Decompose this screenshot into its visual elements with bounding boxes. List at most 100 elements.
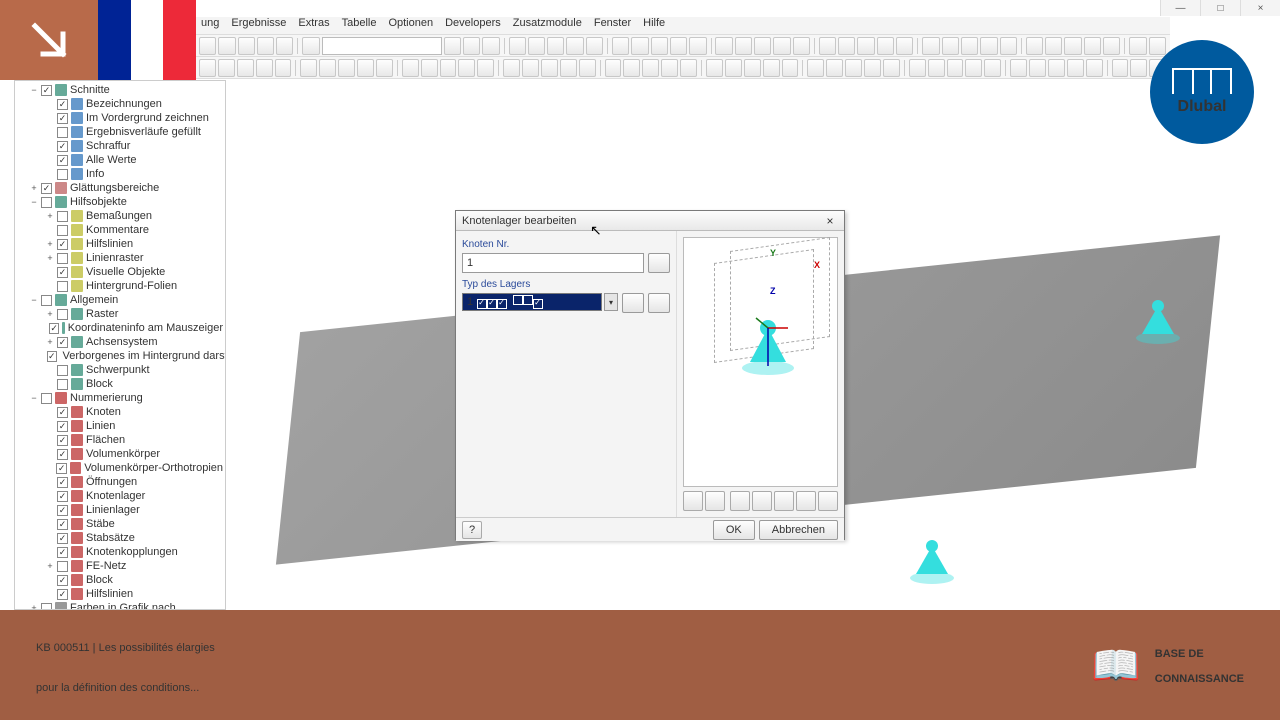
- toolbar-button[interactable]: [1067, 59, 1084, 77]
- toolbar-button[interactable]: [338, 59, 355, 77]
- tree-item[interactable]: Knoten: [15, 405, 225, 419]
- tree-item[interactable]: Block: [15, 573, 225, 587]
- toolbar-button[interactable]: [725, 59, 742, 77]
- toolbar-button[interactable]: [864, 59, 881, 77]
- toolbar-button[interactable]: [661, 59, 678, 77]
- cancel-button[interactable]: Abbrechen: [759, 520, 838, 540]
- toolbar-button[interactable]: [218, 37, 235, 55]
- toolbar-button[interactable]: [444, 37, 461, 55]
- checkbox[interactable]: [57, 505, 68, 516]
- checkbox[interactable]: [41, 85, 52, 96]
- toolbar-button[interactable]: [883, 59, 900, 77]
- toolbar-button[interactable]: [947, 59, 964, 77]
- preview-btn-2[interactable]: [705, 491, 725, 511]
- toolbar-button[interactable]: [1029, 59, 1046, 77]
- input-node-number[interactable]: [462, 253, 644, 273]
- checkbox[interactable]: [57, 589, 68, 600]
- toolbar-button[interactable]: [257, 37, 274, 55]
- toolbar-button[interactable]: [463, 37, 480, 55]
- toolbar-button[interactable]: [980, 37, 997, 55]
- checkbox[interactable]: [41, 295, 52, 306]
- checkbox[interactable]: [57, 449, 68, 460]
- expander-icon[interactable]: [45, 491, 55, 501]
- preview-btn-1[interactable]: [683, 491, 703, 511]
- menu-optionen[interactable]: Optionen: [388, 17, 433, 34]
- checkbox[interactable]: [57, 113, 68, 124]
- expander-icon[interactable]: [45, 323, 47, 333]
- toolbar-button[interactable]: [793, 37, 810, 55]
- checkbox[interactable]: [57, 141, 68, 152]
- checkbox[interactable]: [49, 323, 59, 334]
- toolbar-button[interactable]: [300, 59, 317, 77]
- toolbar-button[interactable]: [838, 37, 855, 55]
- tree-item[interactable]: Verborgenes im Hintergrund darstelle: [15, 349, 225, 363]
- checkbox[interactable]: [57, 435, 68, 446]
- expander-icon[interactable]: [45, 589, 55, 599]
- toolbar-button[interactable]: [807, 59, 824, 77]
- toolbar-button[interactable]: [819, 37, 836, 55]
- tree-item[interactable]: +FE-Netz: [15, 559, 225, 573]
- tree-item[interactable]: Schraffur: [15, 139, 225, 153]
- tree-item[interactable]: +Achsensystem: [15, 335, 225, 349]
- menu-extras[interactable]: Extras: [298, 17, 329, 34]
- expander-icon[interactable]: [45, 421, 55, 431]
- toolbar-button[interactable]: [877, 37, 894, 55]
- expander-icon[interactable]: [45, 407, 55, 417]
- expander-icon[interactable]: [45, 267, 55, 277]
- dropdown-caret-icon[interactable]: ▾: [604, 293, 618, 311]
- tree-item[interactable]: Flächen: [15, 433, 225, 447]
- expander-icon[interactable]: [45, 547, 55, 557]
- toolbar-button[interactable]: [680, 59, 697, 77]
- toolbar-button[interactable]: [1048, 59, 1065, 77]
- toolbar-button[interactable]: [1010, 59, 1027, 77]
- toolbar-button[interactable]: [402, 59, 419, 77]
- toolbar-button[interactable]: [586, 37, 603, 55]
- maximize-button[interactable]: □: [1200, 0, 1240, 16]
- expander-icon[interactable]: −: [29, 85, 39, 95]
- checkbox[interactable]: [57, 533, 68, 544]
- expander-icon[interactable]: [45, 225, 55, 235]
- toolbar-button[interactable]: [218, 59, 235, 77]
- toolbar-button[interactable]: [509, 37, 526, 55]
- checkbox[interactable]: [57, 239, 68, 250]
- toolbar-button[interactable]: [503, 59, 520, 77]
- toolbar-button[interactable]: [1130, 59, 1147, 77]
- menu-hilfe[interactable]: Hilfe: [643, 17, 665, 34]
- expander-icon[interactable]: [45, 533, 55, 543]
- tree-item[interactable]: −Allgemein: [15, 293, 225, 307]
- expander-icon[interactable]: +: [45, 211, 55, 221]
- expander-icon[interactable]: +: [45, 239, 55, 249]
- toolbar-button[interactable]: [1129, 37, 1146, 55]
- toolbar-button[interactable]: [1112, 59, 1129, 77]
- tree-item[interactable]: Info: [15, 167, 225, 181]
- toolbar-button[interactable]: [547, 37, 564, 55]
- tree-item[interactable]: Bezeichnungen: [15, 97, 225, 111]
- ok-button[interactable]: OK: [713, 520, 755, 540]
- pick-node-button[interactable]: [648, 253, 670, 273]
- toolbar-button[interactable]: [1149, 37, 1166, 55]
- expander-icon[interactable]: [45, 477, 55, 487]
- tree-item[interactable]: Alle Werte: [15, 153, 225, 167]
- toolbar-button[interactable]: [715, 37, 732, 55]
- toolbar-button[interactable]: [275, 59, 292, 77]
- tree-item[interactable]: Linienlager: [15, 503, 225, 517]
- tree-item[interactable]: Öffnungen: [15, 475, 225, 489]
- tree-item[interactable]: Hintergrund-Folien: [15, 279, 225, 293]
- checkbox[interactable]: [57, 99, 68, 110]
- tree-item[interactable]: +Hilfslinien: [15, 237, 225, 251]
- toolbar-button[interactable]: [670, 37, 687, 55]
- checkbox[interactable]: [57, 309, 68, 320]
- tree-item[interactable]: +Glättungsbereiche: [15, 181, 225, 195]
- expander-icon[interactable]: [45, 575, 55, 585]
- expander-icon[interactable]: +: [29, 183, 39, 193]
- toolbar-button[interactable]: [754, 37, 771, 55]
- tree-item[interactable]: +Linienraster: [15, 251, 225, 265]
- expander-icon[interactable]: −: [29, 197, 39, 207]
- support-type-browse-button[interactable]: [622, 293, 644, 313]
- toolbar-button[interactable]: [1086, 59, 1103, 77]
- expander-icon[interactable]: [45, 519, 55, 529]
- preview-btn-6[interactable]: [796, 491, 816, 511]
- preview-btn-7[interactable]: [818, 491, 838, 511]
- constraint-checkbox[interactable]: [487, 299, 497, 309]
- tree-item[interactable]: Koordinateninfo am Mauszeiger: [15, 321, 225, 335]
